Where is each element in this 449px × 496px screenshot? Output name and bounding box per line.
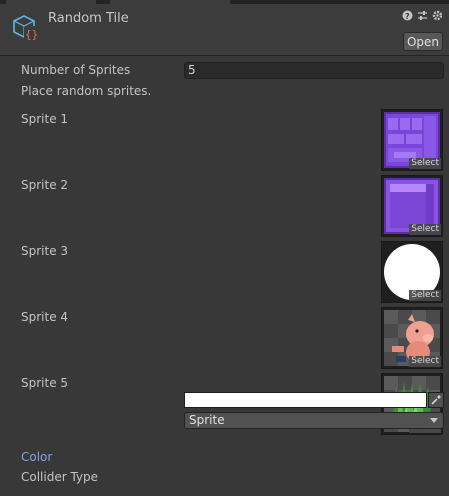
select-button[interactable]: Select [409,224,441,235]
open-button[interactable]: Open [403,32,443,51]
help-icon[interactable]: ? [402,10,413,21]
number-of-sprites-label: Number of Sprites [21,63,131,77]
collider-type-dropdown[interactable]: Sprite [184,412,444,429]
eyedropper-icon [431,395,441,405]
sprite-object-field[interactable]: Select [381,175,443,237]
sprite-label: Sprite 3 [21,244,69,258]
sprite-object-field[interactable]: Select [381,307,443,369]
svg-text:?: ? [405,12,410,21]
select-button[interactable]: Select [409,356,441,367]
collider-type-value: Sprite [189,413,225,427]
color-label: Color [21,450,53,464]
eyedropper-button[interactable] [428,392,444,408]
inspector-title: Random Tile [48,11,129,26]
gear-icon[interactable] [432,10,443,21]
color-swatch[interactable] [184,392,427,408]
inspector-header: {} Random Tile ? Open [0,4,449,56]
chevron-down-icon [430,418,438,423]
svg-text:{}: {} [25,28,38,41]
select-button[interactable]: Select [409,158,441,169]
sprite-label: Sprite 5 [21,376,69,390]
number-of-sprites-field[interactable]: 5 [184,62,444,79]
tile-asset-icon: {} [13,15,38,41]
select-button[interactable]: Select [409,290,441,301]
hint-text: Place random sprites. [21,84,152,98]
sprite-object-field[interactable]: Select [381,109,443,171]
inspector-body: Number of Sprites 5 Place random sprites… [0,56,449,496]
sprite-label: Sprite 4 [21,310,69,324]
sprite-label: Sprite 1 [21,112,69,126]
sprite-label: Sprite 2 [21,178,69,192]
sprite-object-field[interactable]: Select [381,241,443,303]
preset-sliders-icon[interactable] [417,10,428,21]
collider-type-label: Collider Type [21,470,99,484]
